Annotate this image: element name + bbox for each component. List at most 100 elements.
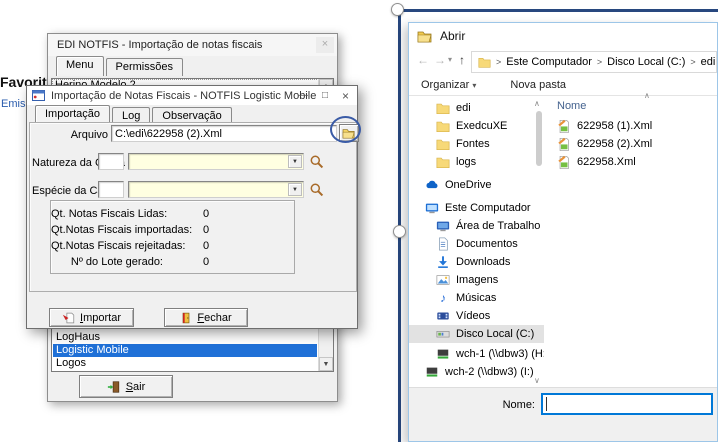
minimize-icon[interactable]: — xyxy=(298,90,308,101)
chevron-down-icon[interactable]: ▼ xyxy=(288,183,302,196)
sidebar-item-musicas[interactable]: ♪ Músicas xyxy=(409,289,544,307)
sidebar-item-documentos[interactable]: Documentos xyxy=(409,235,544,253)
chevron-down-icon[interactable]: ▼ xyxy=(288,155,302,168)
abrir-titlebar[interactable]: Abrir xyxy=(409,23,717,49)
maximize-icon[interactable]: □ xyxy=(322,90,328,101)
open-folder-icon xyxy=(417,31,432,43)
selection-border-top xyxy=(395,9,718,12)
xml-file-icon xyxy=(558,155,569,169)
file-row[interactable]: 622958.Xml xyxy=(549,153,717,171)
sidebar-item-onedrive[interactable]: OneDrive xyxy=(409,176,544,194)
sidebar-item-logs[interactable]: logs xyxy=(409,153,544,171)
stat-value: 0 xyxy=(203,240,210,252)
music-icon: ♪ xyxy=(440,291,446,305)
form-icon xyxy=(32,90,45,101)
sidebar-item-edi[interactable]: edi xyxy=(409,99,544,117)
arquivo-input[interactable] xyxy=(111,125,337,142)
list-item[interactable]: LogHaus xyxy=(53,331,317,344)
breadcrumb-item[interactable]: edi xyxy=(701,56,716,68)
explorer-toolbar: Organizar ▾ Nova pasta xyxy=(409,75,717,96)
search-icon[interactable] xyxy=(309,182,325,198)
file-row[interactable]: 622958 (2).Xml xyxy=(549,135,717,153)
edi-window-title: EDI NOTFIS - Importação de notas fiscais xyxy=(57,39,263,51)
network-drive-icon xyxy=(426,367,438,377)
sidebar-item-wch-2[interactable]: wch-2 (\\dbw3) (I:) xyxy=(409,363,544,381)
sidebar-item-videos[interactable]: Vídeos xyxy=(409,307,544,325)
stat-label: Qt.Notas Fiscais importadas: xyxy=(51,224,193,236)
close-icon[interactable]: × xyxy=(342,89,349,103)
nova-pasta-button[interactable]: Nova pasta xyxy=(510,79,566,91)
stat-label: Nº do Lote gerado: xyxy=(70,256,163,268)
notfis-import-dialog: Importação de Notas Fiscais - NOTFIS Log… xyxy=(26,85,359,329)
close-door-icon xyxy=(183,312,190,323)
scroll-down-icon[interactable]: ▼ xyxy=(319,357,333,371)
abrir-title: Abrir xyxy=(440,29,466,43)
sidebar-item-disco-local[interactable]: Disco Local (C:) xyxy=(409,325,544,343)
natureza-code-input[interactable] xyxy=(98,153,124,170)
breadcrumb-item[interactable]: Este Computador xyxy=(506,56,592,68)
folder-icon xyxy=(478,58,491,68)
sair-button[interactable]: Sair xyxy=(79,375,173,398)
xml-file-icon xyxy=(558,137,569,151)
sidebar-item-wch-1[interactable]: wch-1 (\\dbw3) (H:) xyxy=(409,345,544,363)
importar-button[interactable]: Importar xyxy=(49,308,134,327)
breadcrumb-item[interactable]: Disco Local (C:) xyxy=(607,56,685,68)
list-item-selected[interactable]: Logistic Mobile xyxy=(53,344,317,357)
sidebar-item-area-de-trabalho[interactable]: Área de Trabalho xyxy=(409,217,544,235)
document-icon xyxy=(439,237,448,251)
column-header-nome[interactable]: Nome xyxy=(557,100,586,112)
search-icon[interactable] xyxy=(309,154,325,170)
image-icon xyxy=(436,275,450,285)
computer-icon xyxy=(425,203,439,214)
dialog-titlebar[interactable]: Importação de Notas Fiscais - NOTFIS Log… xyxy=(27,86,357,105)
breadcrumb-separator: > xyxy=(496,57,502,67)
sair-button-label: Sair xyxy=(125,380,146,393)
file-row[interactable]: 622958 (1).Xml xyxy=(549,117,717,135)
exit-door-icon xyxy=(107,380,119,393)
folder-icon xyxy=(436,157,450,169)
abrir-file-dialog: Abrir ← → ▾ ↑ > Este Computador > Disco … xyxy=(408,22,718,442)
especie-code-input[interactable] xyxy=(98,181,124,198)
sidebar-item-imagens[interactable]: Imagens xyxy=(409,271,544,289)
forward-icon[interactable]: → xyxy=(434,53,446,67)
filename-input[interactable] xyxy=(541,393,713,415)
sidebar-item-fontes[interactable]: Fontes xyxy=(409,135,544,153)
sidebar-item-downloads[interactable]: Downloads xyxy=(409,253,544,271)
desktop-icon xyxy=(436,221,450,232)
tab-menu[interactable]: Menu xyxy=(56,56,104,76)
sidebar-item-este-computador[interactable]: Este Computador xyxy=(409,199,544,217)
back-icon[interactable]: ← xyxy=(417,53,429,67)
natureza-combo[interactable]: ▼ xyxy=(128,153,304,170)
up-icon[interactable]: ↑ xyxy=(459,53,465,67)
selection-handle[interactable] xyxy=(393,225,406,238)
explorer-body: edi ExedcuXE Fontes logs OneDrive Este C… xyxy=(409,91,717,387)
counters-groupbox: Qt. Notas Fiscais Lidas: 0 Qt.Notas Fisca… xyxy=(50,200,295,274)
tab-permissoes[interactable]: Permissões xyxy=(105,58,183,76)
edi-window-titlebar[interactable]: EDI NOTFIS - Importação de notas fiscais… xyxy=(48,34,337,56)
edi-tab-strip: Menu Permissões xyxy=(48,56,337,76)
close-icon[interactable]: × xyxy=(316,37,334,53)
scrollbar-thumb[interactable] xyxy=(536,111,542,166)
stat-label: Qt.Notas Fiscais rejeitadas: xyxy=(51,240,186,252)
especie-combo[interactable]: ▼ xyxy=(128,181,304,198)
breadcrumb[interactable]: > Este Computador > Disco Local (C:) > e… xyxy=(471,51,717,73)
folder-icon xyxy=(436,121,450,133)
selection-handle[interactable] xyxy=(391,3,404,16)
sidebar-item-exedcuxe[interactable]: ExedcuXE xyxy=(409,117,544,135)
fechar-button[interactable]: Fechar xyxy=(164,308,248,327)
dialog-title: Importação de Notas Fiscais - NOTFIS Log… xyxy=(51,89,317,102)
scroll-down-icon[interactable]: ∨ xyxy=(534,376,540,385)
list-item[interactable]: Logos xyxy=(53,357,317,370)
download-icon xyxy=(438,256,448,268)
disk-icon xyxy=(436,331,450,338)
stat-value: 0 xyxy=(203,208,210,220)
history-dropdown-icon[interactable]: ▾ xyxy=(448,55,452,64)
scroll-up-icon[interactable]: ∧ xyxy=(534,99,540,108)
network-drive-icon xyxy=(437,349,449,359)
organizar-menu[interactable]: Organizar ▾ xyxy=(421,79,476,91)
stat-label: Qt. Notas Fiscais Lidas: xyxy=(51,208,168,220)
breadcrumb-separator: > xyxy=(690,57,696,67)
importar-button-label: Importar xyxy=(80,311,121,324)
breadcrumb-separator: > xyxy=(596,57,603,67)
text-cursor xyxy=(546,397,547,411)
